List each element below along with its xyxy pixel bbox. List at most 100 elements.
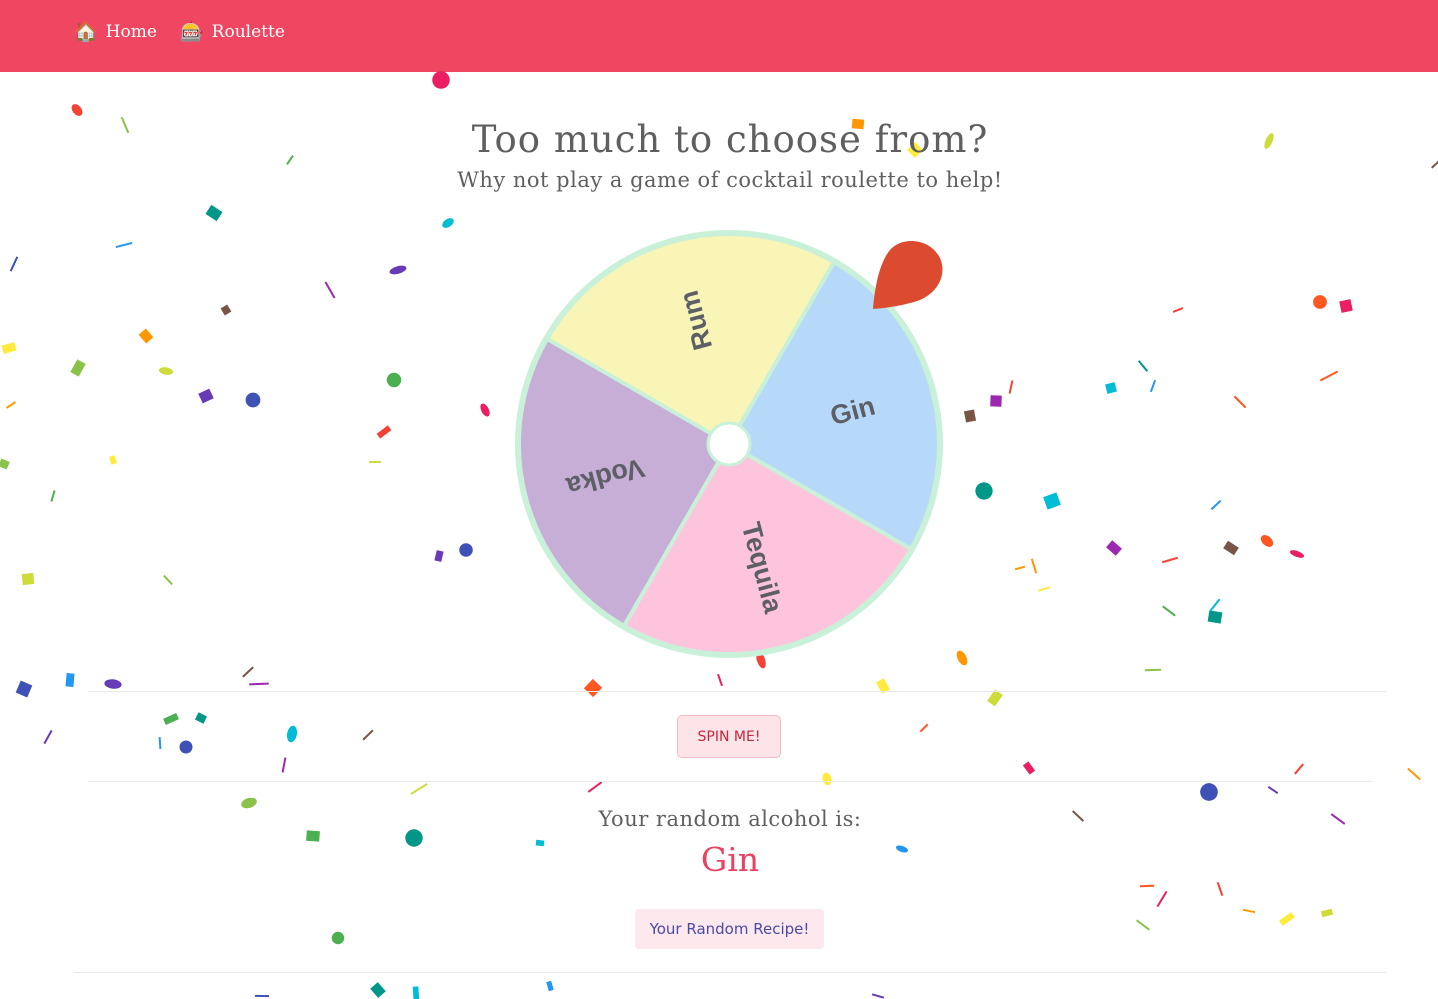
confetti-piece (15, 680, 33, 698)
confetti-piece (480, 403, 490, 417)
page-subtitle: Why not play a game of cocktail roulette… (457, 168, 1003, 192)
confetti-piece (5, 401, 17, 409)
confetti-piece (324, 281, 336, 299)
confetti-piece (163, 574, 173, 586)
confetti-piece (1162, 605, 1176, 617)
confetti-piece (9, 256, 19, 272)
confetti-piece (0, 458, 10, 470)
confetti-piece (1008, 380, 1014, 394)
confetti-piece (1139, 884, 1155, 888)
result-value: Gin (700, 840, 760, 879)
confetti-piece (1172, 307, 1184, 313)
confetti-piece (1161, 556, 1179, 564)
spin-button[interactable]: SPIN ME! (677, 715, 781, 758)
confetti-piece (434, 550, 444, 562)
confetti-piece (1260, 535, 1274, 547)
confetti-piece (362, 729, 374, 741)
confetti-piece (158, 367, 174, 375)
result-label: Your random alcohol is: (598, 807, 862, 831)
confetti-piece (242, 666, 254, 678)
random-recipe-button[interactable]: Your Random Recipe! (635, 909, 824, 949)
confetti-piece (198, 388, 214, 404)
confetti-piece (975, 482, 993, 500)
confetti-piece (1207, 610, 1223, 624)
confetti-piece (249, 682, 269, 686)
confetti-piece (389, 265, 407, 275)
confetti-piece (1014, 565, 1026, 571)
confetti-piece (1030, 558, 1038, 574)
confetti-piece (1038, 586, 1050, 592)
confetti-piece (1313, 295, 1327, 309)
confetti-piece (1320, 908, 1334, 918)
nav-roulette-label: Roulette (211, 21, 285, 42)
confetti-piece (1210, 499, 1222, 511)
confetti-piece (1407, 767, 1421, 781)
confetti-piece (281, 757, 287, 773)
slot-machine-icon: 🎰 (180, 21, 204, 43)
wheel-hub (706, 421, 752, 467)
confetti-piece (1105, 382, 1117, 394)
confetti-piece (370, 982, 386, 998)
confetti-piece (963, 409, 977, 423)
confetti-piece (109, 455, 117, 465)
confetti-piece (583, 678, 603, 698)
confetti-piece (1289, 550, 1305, 558)
confetti-piece (50, 490, 56, 502)
confetti-piece (194, 712, 208, 724)
confetti-piece (1149, 379, 1157, 393)
confetti-piece (179, 740, 193, 754)
confetti-piece (1216, 881, 1224, 897)
confetti-piece (442, 218, 454, 228)
confetti-piece (104, 679, 122, 689)
confetti-piece (432, 71, 450, 89)
confetti-piece (1279, 912, 1295, 926)
confetti-piece (990, 395, 1002, 407)
page-title: Too much to choose from? (471, 118, 989, 161)
nav-home-label: Home (105, 21, 157, 42)
house-icon: 🏠 (74, 21, 98, 43)
confetti-piece (587, 781, 603, 793)
confetti-piece (1242, 908, 1256, 914)
confetti-piece (546, 980, 554, 992)
confetti-piece (220, 304, 232, 316)
confetti-piece (1209, 598, 1221, 612)
confetti-piece (956, 650, 968, 666)
confetti-piece (1294, 763, 1304, 775)
confetti-piece (71, 104, 83, 116)
confetti-piece (1043, 492, 1061, 510)
nav-home-link[interactable]: 🏠 Home (74, 20, 157, 43)
nav-roulette-link[interactable]: 🎰 Roulette (180, 20, 285, 43)
confetti-piece (1267, 786, 1279, 794)
confetti-piece (43, 729, 53, 745)
confetti-piece (919, 723, 929, 733)
confetti-piece (1, 342, 17, 354)
divider (88, 691, 1386, 692)
confetti-piece (1022, 761, 1036, 775)
confetti-piece (115, 241, 133, 249)
confetti-piece (1319, 370, 1339, 382)
confetti-piece (1223, 540, 1239, 556)
confetti-piece (412, 986, 420, 999)
confetti-piece (1106, 540, 1122, 556)
confetti-piece (987, 689, 1003, 707)
confetti-piece (21, 572, 35, 586)
wheel-body[interactable]: RumGinTequilaVodka (515, 230, 943, 658)
confetti-piece (331, 931, 345, 945)
confetti-piece (1137, 360, 1149, 372)
confetti-piece (376, 425, 392, 439)
confetti-piece (871, 993, 885, 999)
divider (88, 781, 1372, 782)
confetti-piece (1233, 395, 1247, 409)
confetti-piece (410, 783, 428, 795)
confetti-piece (1200, 783, 1218, 801)
confetti-piece (70, 359, 86, 377)
confetti-piece (245, 392, 261, 408)
confetti-piece (386, 372, 402, 388)
top-navbar: 🏠 Home 🎰 Roulette (0, 0, 1438, 72)
confetti-piece (822, 772, 832, 786)
confetti-piece (368, 460, 382, 464)
confetti-piece (1339, 299, 1353, 313)
confetti-piece (158, 737, 162, 749)
confetti-piece (286, 725, 298, 743)
confetti-piece (138, 328, 154, 344)
